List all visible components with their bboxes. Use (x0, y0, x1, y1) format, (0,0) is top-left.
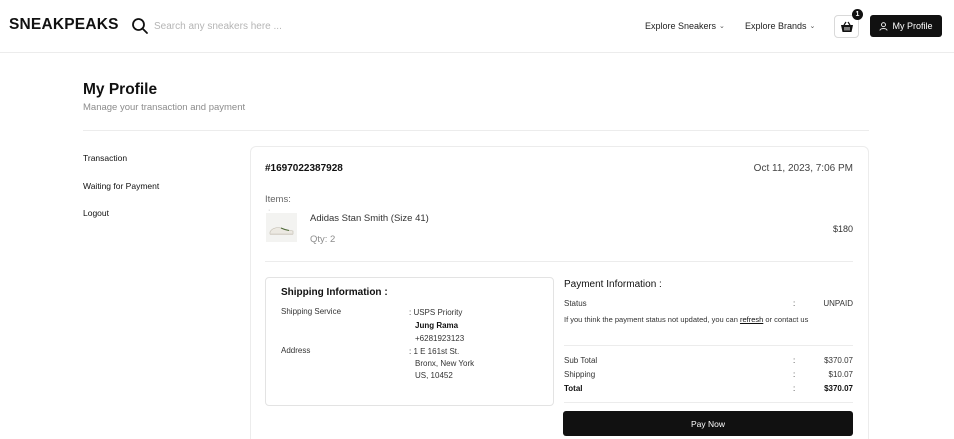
total-value: $370.07 (824, 384, 853, 393)
nav-explore-brands-label: Explore Brands (745, 21, 807, 31)
item-qty: Qty: 2 (310, 234, 336, 245)
cart-count-badge: 1 (852, 9, 863, 20)
divider (564, 402, 853, 403)
shipping-cost-label: Shipping (564, 370, 596, 379)
recipient-phone: +6281923123 (415, 334, 465, 343)
address-line-1: : 1 E 161st St. (409, 347, 460, 356)
recipient-name: Jung Rama (415, 321, 459, 330)
note-text-after: or contact us (765, 315, 809, 324)
top-header: SNEAKPEAKS Explore Sneakers ⌄ Explore Br… (0, 0, 954, 53)
address-line-2: Bronx, New York (415, 359, 475, 368)
nav-explore-brands[interactable]: Explore Brands ⌄ (745, 21, 815, 31)
payment-status-note: If you think the payment status not upda… (564, 314, 814, 325)
nav-explore-sneakers[interactable]: Explore Sneakers ⌄ (645, 21, 725, 31)
my-profile-label: My Profile (892, 21, 933, 31)
shipping-info-title: Shipping Information : (281, 287, 388, 298)
chevron-down-icon: ⌄ (719, 23, 725, 30)
chevron-down-icon: ⌄ (809, 23, 816, 30)
page-title: My Profile (83, 81, 158, 98)
refresh-link[interactable]: refresh (740, 315, 763, 324)
subtotal-value: $370.07 (824, 356, 853, 365)
order-date: Oct 11, 2023, 7:06 PM (753, 163, 853, 174)
sidebar-item-logout[interactable]: Logout (83, 208, 109, 218)
page-subtitle: Manage your transaction and payment (83, 102, 246, 113)
address-line-3: US, 10452 (415, 371, 453, 380)
shipping-cost-colon: : (793, 370, 796, 379)
sidebar-item-waiting-for-payment[interactable]: Waiting for Payment (83, 181, 159, 191)
item-price: $180 (832, 224, 853, 234)
status-label: Status (564, 299, 587, 308)
my-profile-button[interactable]: My Profile (870, 15, 942, 37)
pay-now-button[interactable]: Pay Now (563, 411, 853, 436)
note-text-before: If you think the payment status not upda… (564, 315, 738, 324)
sneaker-thumbnail (266, 213, 297, 242)
total-label: Total (564, 384, 583, 393)
total-colon: : (793, 384, 796, 393)
status-badge: UNPAID (823, 299, 853, 308)
payment-info-title: Payment Information : (564, 279, 662, 290)
items-label: Items: (265, 194, 291, 205)
subtotal-colon: : (793, 356, 796, 365)
search-icon[interactable] (131, 17, 149, 35)
nav-explore-sneakers-label: Explore Sneakers (645, 21, 717, 31)
order-id: #1697022387928 (265, 163, 343, 174)
search-input[interactable] (154, 17, 404, 35)
divider (564, 345, 853, 346)
basket-icon (840, 21, 853, 32)
status-colon: : (793, 299, 796, 308)
divider (83, 130, 869, 131)
user-icon (879, 21, 889, 31)
shipping-service-label: Shipping Service (281, 307, 342, 316)
brand-logo[interactable]: SNEAKPEAKS (9, 16, 119, 34)
item-name: Adidas Stan Smith (Size 41) (310, 213, 429, 224)
shipping-cost-value: $10.07 (828, 370, 853, 379)
subtotal-label: Sub Total (564, 356, 598, 365)
sidebar-item-transaction[interactable]: Transaction (83, 153, 127, 163)
shipping-service-value: : USPS Priority (409, 308, 463, 317)
address-label: Address (281, 346, 311, 355)
divider (265, 261, 853, 262)
